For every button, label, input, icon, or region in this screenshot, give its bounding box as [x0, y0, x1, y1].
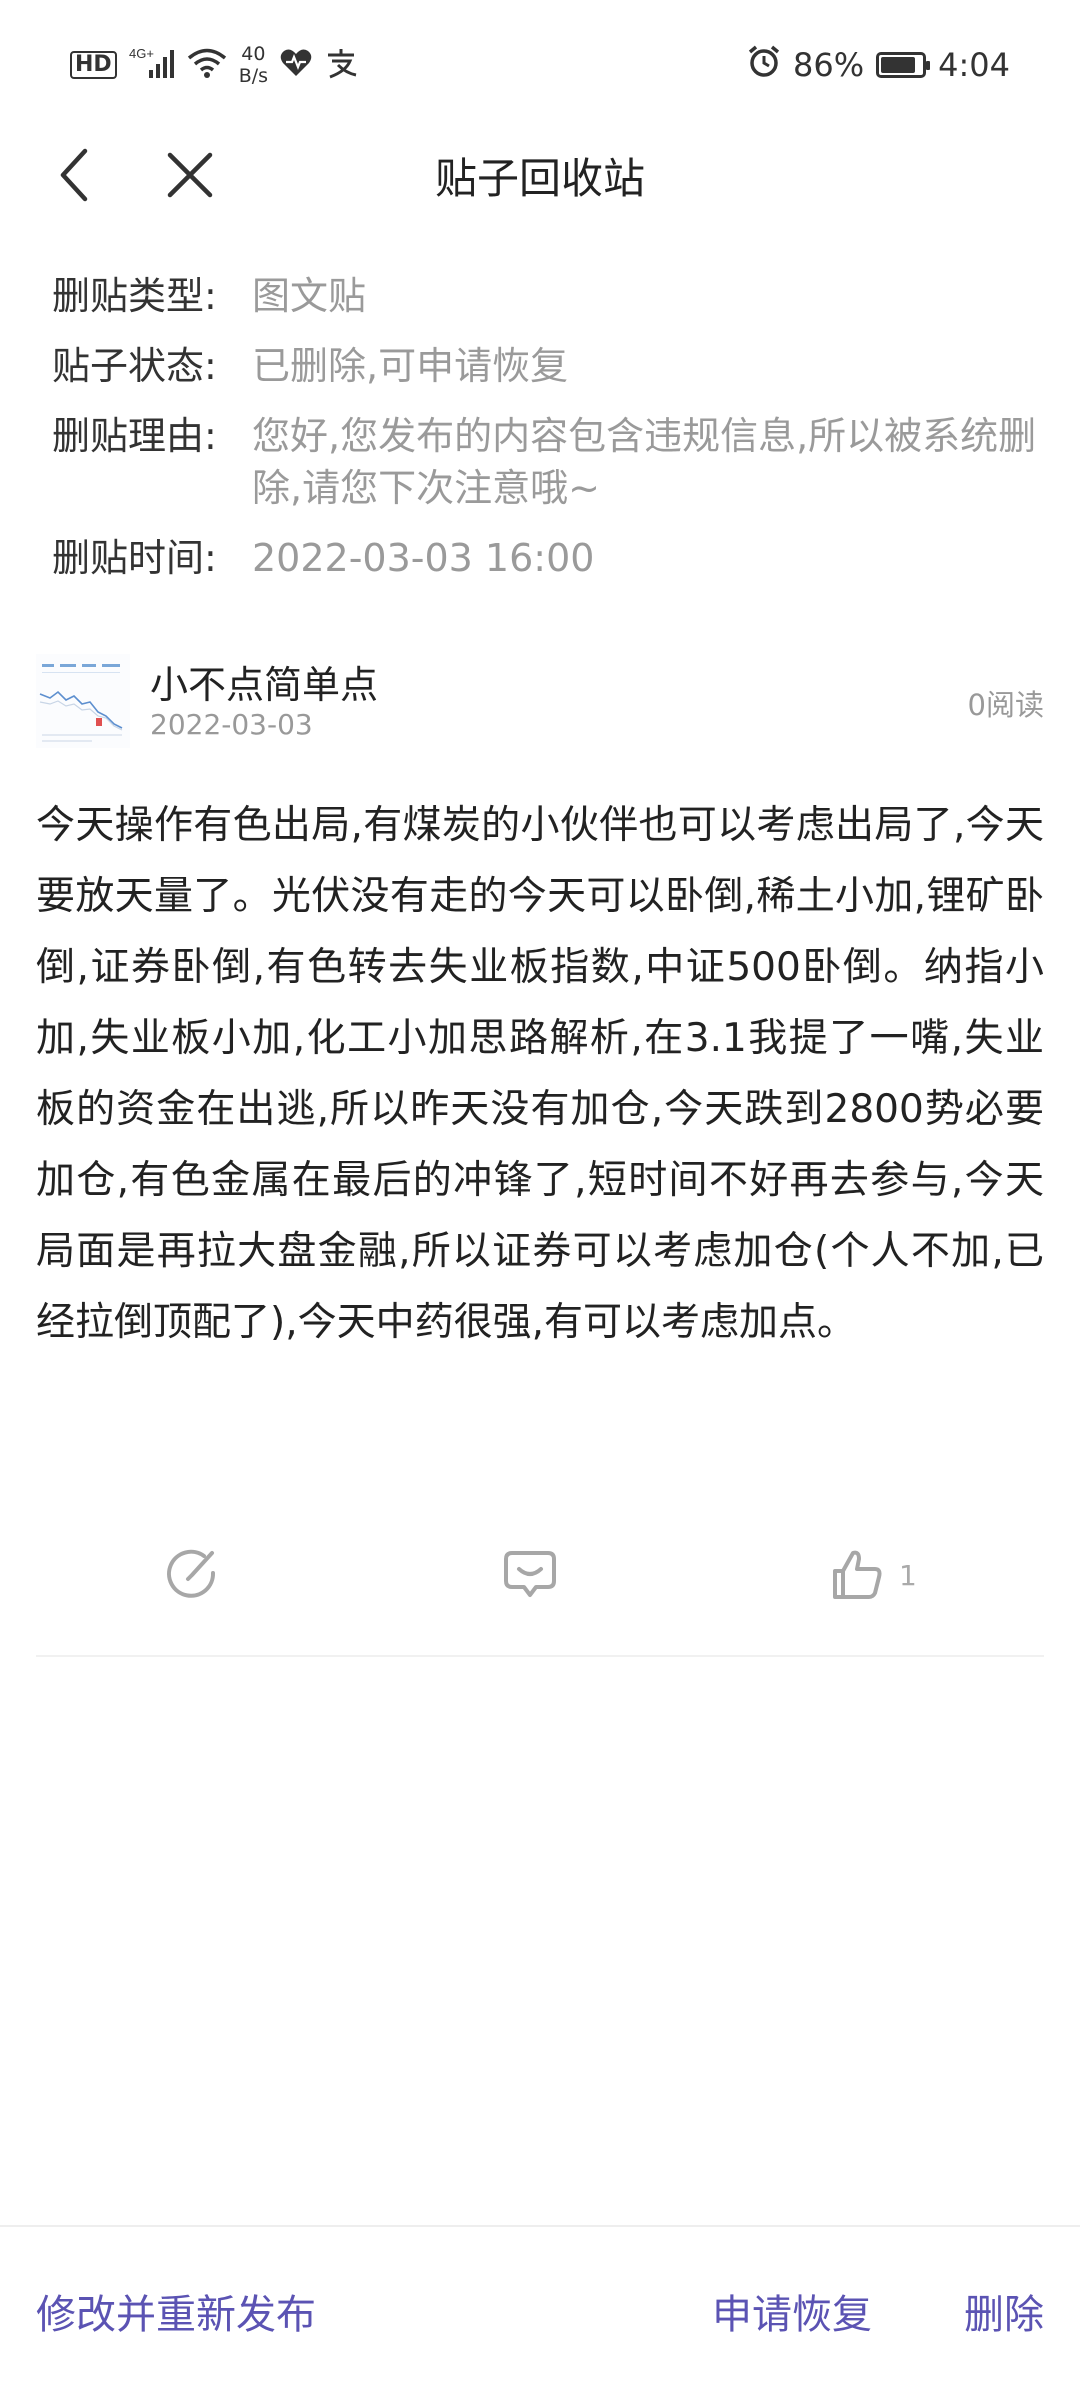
speed-unit: B/s: [238, 65, 269, 87]
type-value: 图文贴: [252, 274, 367, 318]
avatar-chart-thumbnail: [36, 654, 130, 748]
read-count: 0阅读: [967, 688, 1044, 722]
info-row-time: 删贴时间: 2022-03-03 16:00: [52, 532, 1042, 584]
status-value: 已删除,可申请恢复: [252, 344, 569, 388]
reason-label: 删贴理由:: [52, 414, 217, 458]
divider: [36, 1655, 1044, 1657]
close-icon: [167, 152, 213, 198]
type-label: 删贴类型:: [52, 274, 217, 318]
speed-value: 40: [241, 43, 266, 65]
battery-percent: 86%: [793, 46, 865, 84]
deletion-info: 删贴类型: 图文贴 贴子状态: 已删除,可申请恢复 删贴理由: 您好,您发布的内…: [52, 270, 1042, 602]
chevron-left-icon: [60, 148, 88, 202]
battery-level: [881, 57, 915, 73]
network-type: 4G+: [129, 46, 154, 61]
alipay-icon: [324, 47, 358, 83]
post-actions: 1: [36, 1530, 1044, 1620]
thumbs-up-icon: [833, 1550, 882, 1599]
bottom-action-bar: 修改并重新发布 申请恢复 删除: [0, 2225, 1080, 2390]
alarm-clock-icon: [747, 44, 781, 86]
post-date: 2022-03-03: [150, 708, 313, 741]
restore-button[interactable]: 申请恢复: [712, 2282, 872, 2340]
signal-icon: 4G+: [129, 46, 175, 84]
post-body: 今天操作有色出局,有煤炭的小伙伴也可以考虑出局了,今天要放天量了。光伏没有走的今…: [36, 803, 1044, 1345]
hd-indicator: HD: [70, 51, 117, 79]
comment-icon: [504, 1551, 556, 1597]
time-value: 2022-03-03 16:00: [252, 536, 595, 580]
status-left: HD 4G+ 40 B/s: [70, 40, 358, 90]
wifi-icon: [187, 47, 227, 83]
info-row-type: 删贴类型: 图文贴: [52, 270, 1042, 322]
author-name[interactable]: 小不点简单点: [150, 654, 378, 709]
reason-value: 您好,您发布的内容包含违规信息,所以被系统删除,请您下次注意哦~: [252, 414, 1037, 510]
edit-icon: [167, 1549, 216, 1598]
health-heart-icon: [280, 48, 312, 82]
time-label: 删贴时间:: [52, 536, 217, 580]
network-speed: 40 B/s: [239, 43, 268, 87]
battery-icon: [876, 52, 931, 78]
close-button[interactable]: [155, 140, 225, 210]
status-label: 贴子状态:: [52, 344, 217, 388]
info-row-status: 贴子状态: 已删除,可申请恢复: [52, 340, 1042, 392]
comment-button[interactable]: [502, 1530, 558, 1620]
clock-time: 4:04: [938, 46, 1010, 84]
delete-button[interactable]: 删除: [964, 2282, 1044, 2340]
status-right: 86% 4:04: [747, 40, 1010, 90]
like-button[interactable]: 1: [829, 1530, 917, 1620]
info-row-reason: 删贴理由: 您好,您发布的内容包含违规信息,所以被系统删除,请您下次注意哦~: [52, 410, 1042, 514]
back-button[interactable]: [40, 140, 110, 210]
like-count: 1: [899, 1558, 917, 1592]
edit-button[interactable]: [164, 1530, 220, 1620]
nav-bar: 贴子回收站: [0, 120, 1080, 230]
republish-button[interactable]: 修改并重新发布: [36, 2282, 316, 2340]
status-bar: HD 4G+ 40 B/s 86% 4:04: [0, 0, 1080, 130]
avatar[interactable]: [36, 654, 130, 748]
author-row: 小不点简单点 2022-03-03 0阅读: [36, 650, 1044, 750]
